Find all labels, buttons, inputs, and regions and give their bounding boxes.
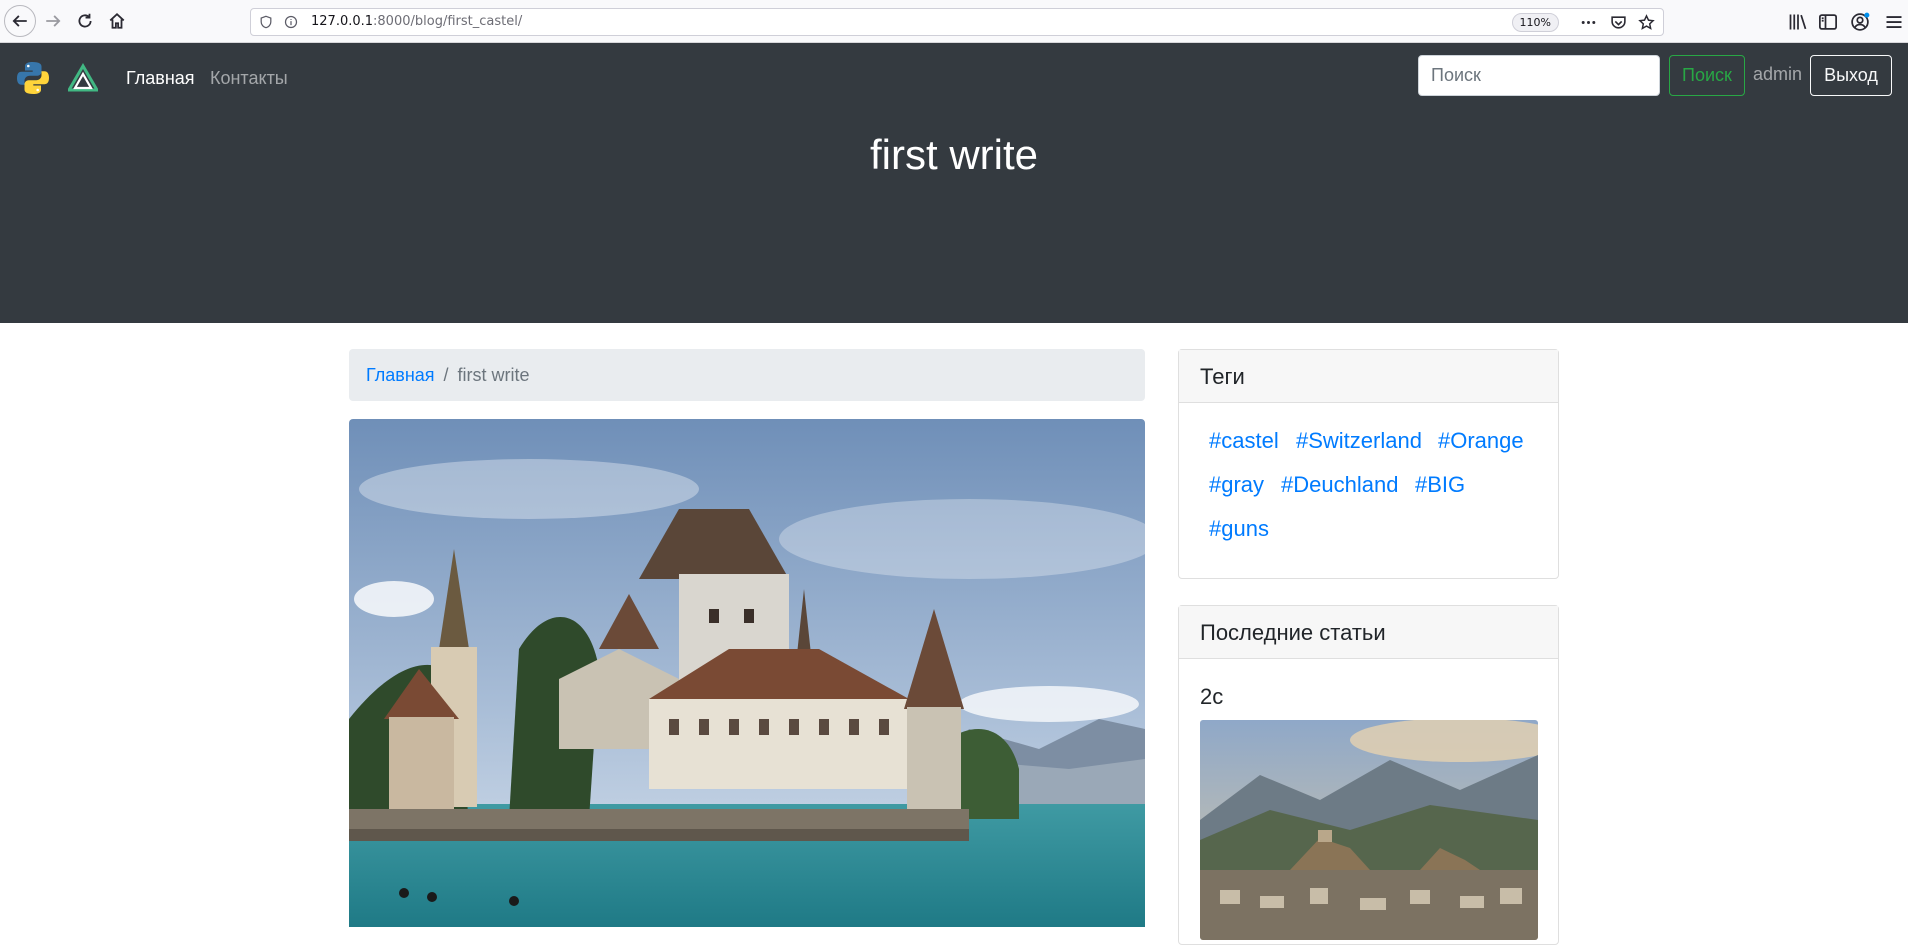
home-button[interactable]	[103, 7, 131, 35]
recent-posts-title: Последние статьи	[1179, 606, 1558, 659]
recent-posts-card: Последние статьи 2c	[1178, 605, 1559, 945]
breadcrumb: Главная / first write	[349, 349, 1145, 401]
back-button[interactable]	[4, 5, 36, 37]
address-bar[interactable]: 127.0.0.1:8000/blog/first_castel/ 110%	[250, 8, 1664, 36]
nav-contacts-link[interactable]: Контакты	[210, 63, 288, 93]
reload-icon	[78, 13, 92, 28]
reload-button[interactable]	[71, 7, 99, 35]
recent-post-title-link[interactable]: 2c	[1200, 684, 1223, 710]
pocket-icon[interactable]	[1610, 14, 1627, 31]
url-text: 127.0.0.1:8000/blog/first_castel/	[311, 14, 522, 29]
tag-link[interactable]: #Deuchland	[1281, 472, 1398, 498]
tags-list: #castel #Switzerland #Orange #gray #Deuc…	[1179, 403, 1558, 578]
tags-card-title: Теги	[1179, 350, 1558, 403]
forward-button[interactable]	[39, 7, 67, 35]
search-input[interactable]	[1418, 55, 1660, 96]
breadcrumb-current: first write	[457, 365, 530, 385]
arrow-left-icon	[12, 15, 27, 27]
shield-icon[interactable]	[259, 15, 273, 29]
username-link[interactable]: admin	[1753, 59, 1802, 89]
logout-button[interactable]: Выход	[1810, 55, 1892, 96]
more-icon[interactable]	[1580, 14, 1597, 31]
tag-link[interactable]: #castel	[1209, 428, 1279, 454]
search-button[interactable]: Поиск	[1669, 55, 1745, 96]
nav-home-link[interactable]: Главная	[126, 63, 195, 93]
tag-link[interactable]: #gray	[1209, 472, 1264, 498]
vue-logo-icon[interactable]	[68, 63, 98, 93]
python-logo-icon[interactable]	[16, 61, 50, 95]
breadcrumb-home-link[interactable]: Главная	[366, 365, 435, 385]
tags-card: Теги #castel #Switzerland #Orange #gray …	[1178, 349, 1559, 579]
info-icon[interactable]	[284, 15, 298, 29]
menu-icon[interactable]	[1884, 12, 1904, 32]
breadcrumb-separator: /	[443, 365, 449, 385]
star-icon[interactable]	[1638, 14, 1655, 31]
url-host: 127.0.0.1	[311, 14, 374, 29]
browser-toolbar: 127.0.0.1:8000/blog/first_castel/ 110%	[0, 0, 1908, 43]
site-navbar: Главная Контакты Поиск admin Выход first…	[0, 43, 1908, 323]
tag-link[interactable]: #Switzerland	[1296, 428, 1422, 454]
home-icon	[109, 13, 125, 29]
arrow-right-icon	[46, 15, 61, 27]
url-path: :8000/blog/first_castel/	[373, 14, 523, 29]
page-title: first write	[870, 131, 1038, 178]
tag-link[interactable]: #guns	[1209, 516, 1269, 542]
tag-link[interactable]: #Orange	[1438, 428, 1524, 454]
recent-post-image[interactable]	[1200, 720, 1538, 940]
account-icon[interactable]	[1850, 12, 1870, 32]
post-image	[349, 419, 1145, 927]
library-icon[interactable]	[1788, 12, 1808, 32]
tag-link[interactable]: #BIG	[1415, 472, 1465, 498]
zoom-indicator[interactable]: 110%	[1511, 13, 1559, 32]
sidebar-icon[interactable]	[1818, 12, 1838, 32]
